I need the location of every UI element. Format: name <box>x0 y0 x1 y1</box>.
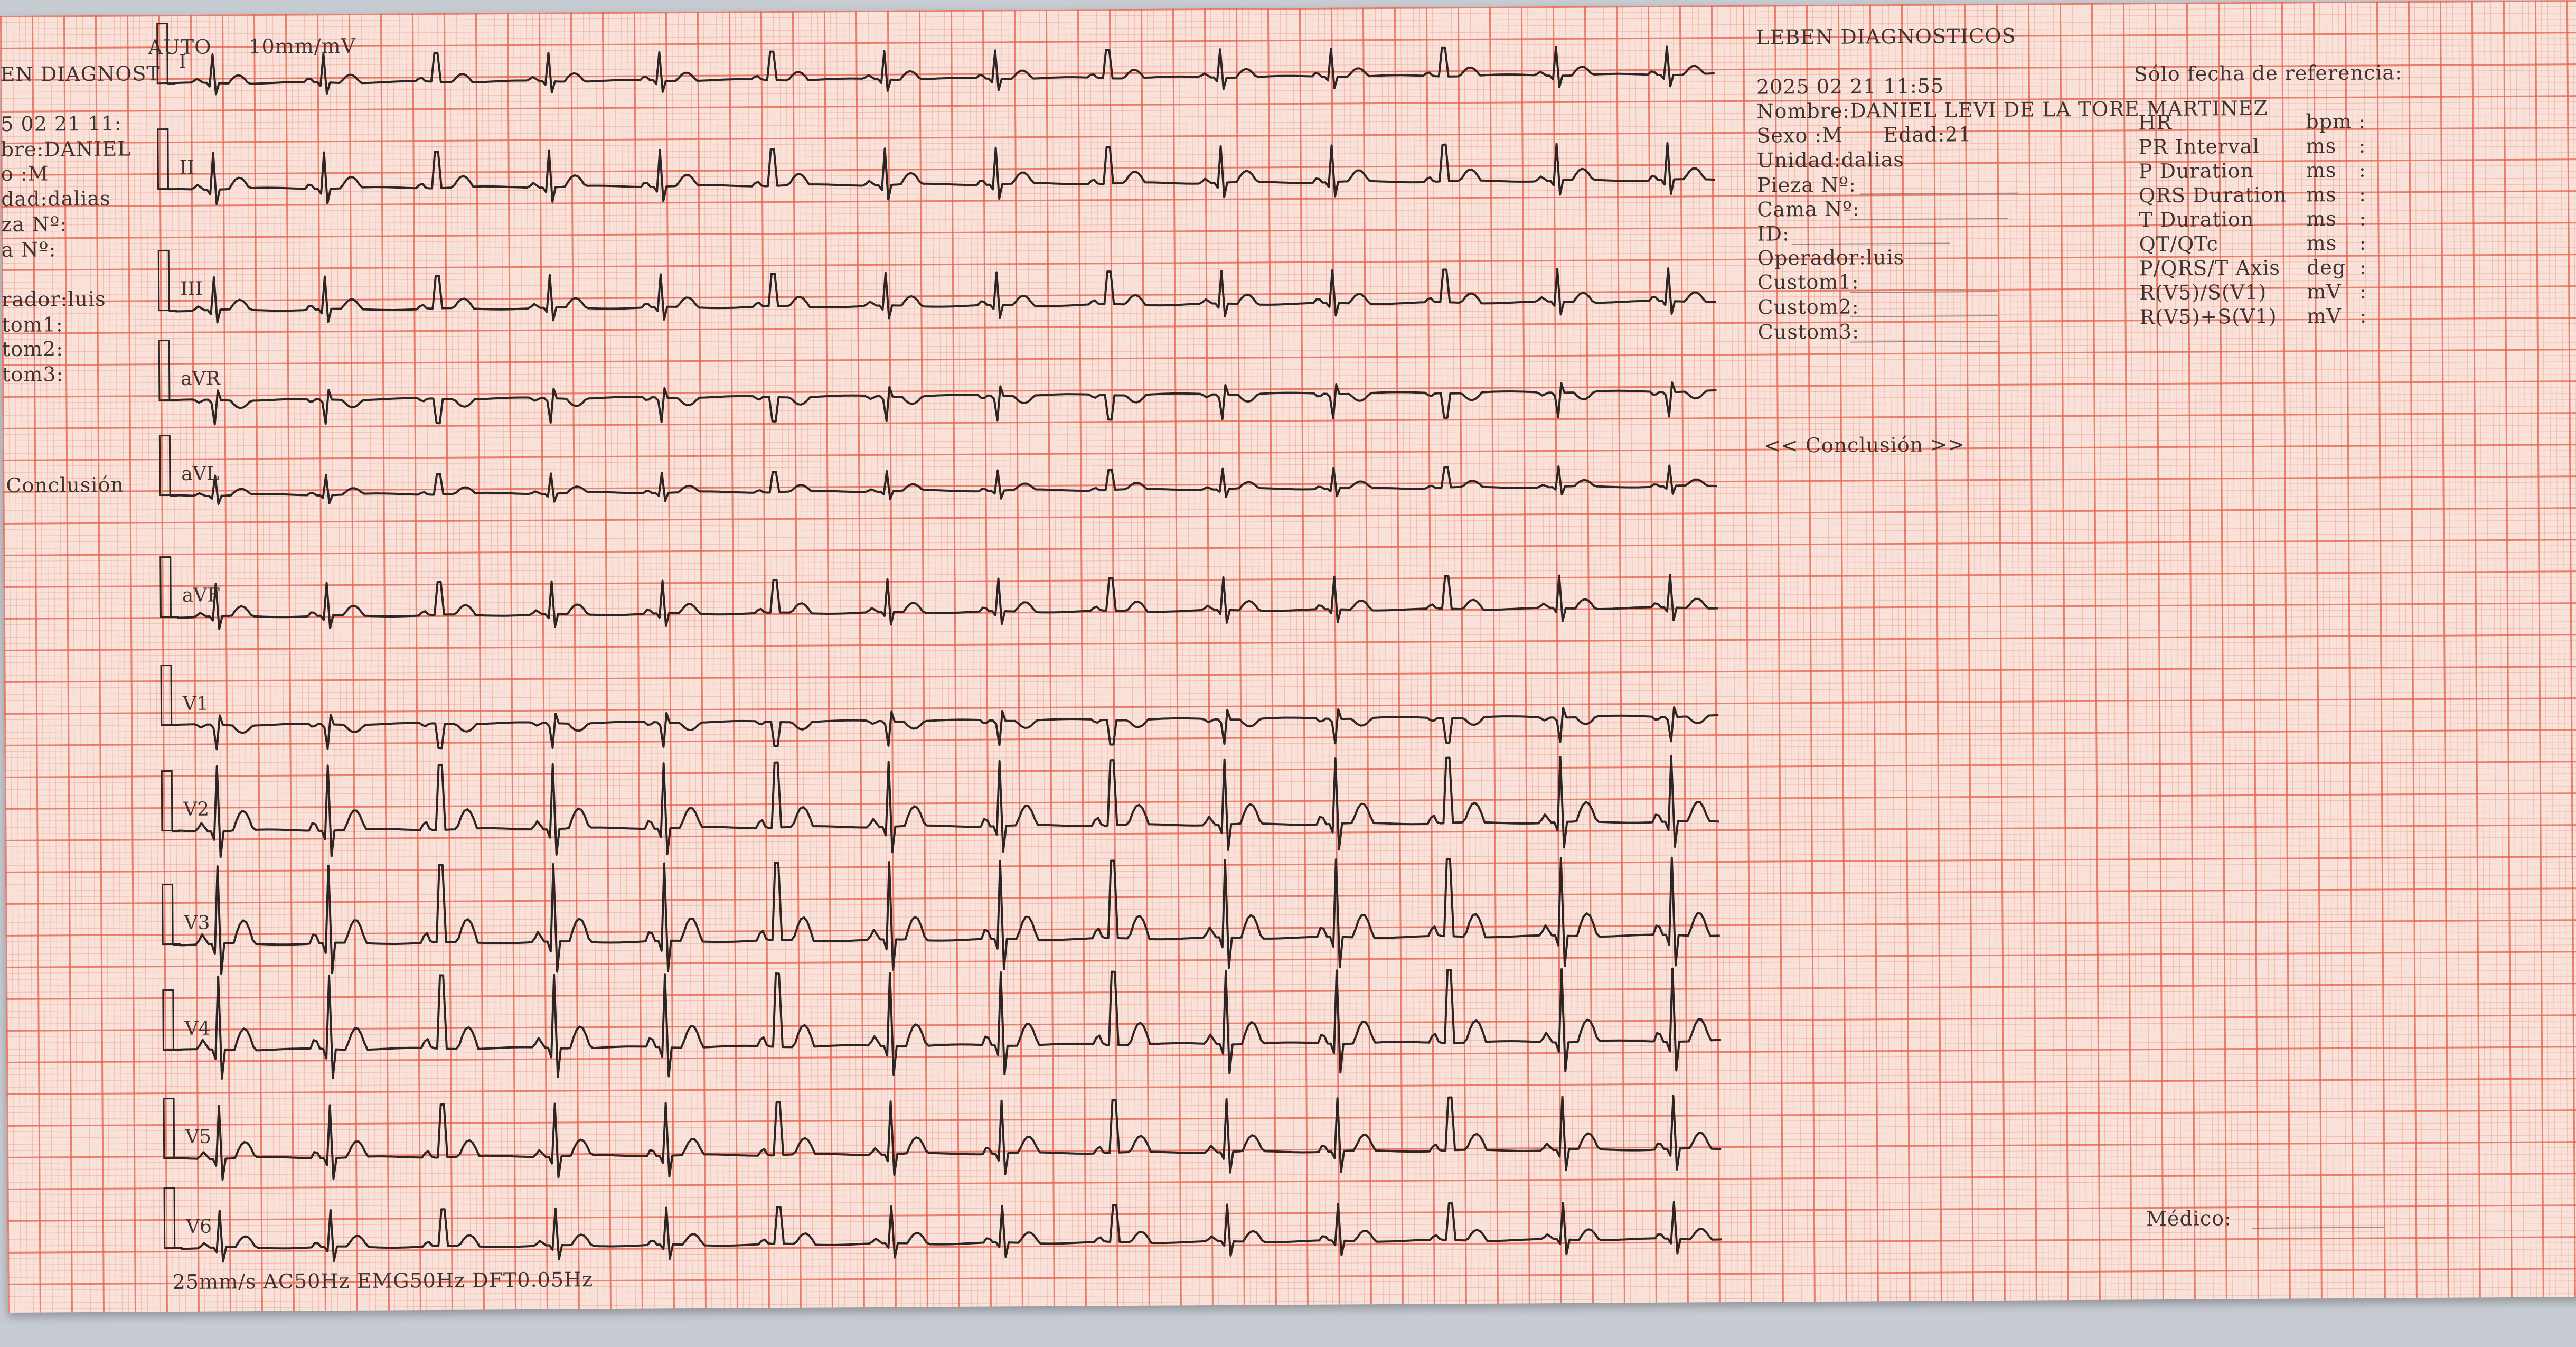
lead-label-V2: V2 <box>183 798 210 820</box>
left-unit-fragment: dad:dalias <box>1 186 111 211</box>
calibration-pulse <box>158 340 171 401</box>
ecg-paper: EN DIAGNOST 5 02 21 11: bre:DANIEL o :M … <box>0 0 2576 1313</box>
calibration-pulse <box>156 23 168 85</box>
left-name-fragment: bre:DANIEL <box>1 137 131 161</box>
measure-unit: bpm <box>2306 109 2353 134</box>
calibration-pulse <box>160 665 173 726</box>
left-operator-fragment: rador:luis <box>2 287 106 311</box>
ecg-trace-aVF <box>170 574 1718 630</box>
left-sex-fragment: o :M <box>1 162 49 185</box>
calibration-pulse <box>162 884 174 946</box>
measure-separator: : <box>2359 279 2367 303</box>
custom-field-1: Custom1: <box>1757 270 1859 294</box>
lead-label-III: III <box>180 278 203 300</box>
calibration-pulse <box>157 250 170 312</box>
ecg-trace-V3 <box>172 856 1720 975</box>
reference-date-label: Sólo fecha de referencia: <box>2133 61 2403 86</box>
calibration-pulse <box>163 1187 176 1249</box>
left-date-fragment: 5 02 21 11: <box>1 111 122 136</box>
measure-label: P/QRS/T Axis <box>2139 256 2281 280</box>
lead-label-V5: V5 <box>185 1126 212 1148</box>
left-custom2-fragment: tom2: <box>2 337 64 361</box>
ecg-trace-I <box>167 45 1715 96</box>
measure-separator: : <box>2359 255 2367 279</box>
lead-label-V4: V4 <box>184 1017 211 1040</box>
ecg-trace-V1 <box>171 706 1719 751</box>
ecg-trace-V2 <box>172 755 1719 858</box>
patient-sex: Sexo :M <box>1756 123 1844 147</box>
operator-name: Operador:luis <box>1757 245 1905 270</box>
lead-label-aVL: aVL <box>181 463 219 485</box>
measure-separator: : <box>2359 231 2367 255</box>
ecg-trace-V4 <box>173 967 1721 1080</box>
calibration-pulse <box>161 770 173 832</box>
left-room-fragment: za Nº: <box>1 212 68 236</box>
calibration-pulse <box>157 128 170 190</box>
left-custom3-fragment: tom3: <box>2 362 64 386</box>
measure-unit: ms <box>2306 231 2337 255</box>
conclusion-header: << Conclusión >> <box>1763 433 1966 457</box>
lead-label-aVR: aVR <box>181 368 220 390</box>
lead-label-V6: V6 <box>185 1215 212 1238</box>
lead-label-V1: V1 <box>182 693 209 715</box>
custom-field-3: Custom3: <box>1757 320 1860 344</box>
calibration-pulse <box>162 989 174 1051</box>
report-datetime: 2025 02 21 11:55 <box>1756 74 1944 99</box>
measure-unit: mV <box>2307 304 2342 328</box>
measure-separator: : <box>2358 109 2366 133</box>
measure-label: T Duration <box>2139 207 2254 232</box>
left-custom1-fragment: tom1: <box>2 313 63 336</box>
measure-separator: : <box>2359 304 2367 328</box>
measure-unit: mV <box>2307 279 2342 304</box>
measure-separator: : <box>2358 134 2366 157</box>
measure-label: QT/QTc <box>2139 232 2218 256</box>
filter-settings-footer: 25mm/s AC50Hz EMG50Hz DFT0.05Hz <box>172 1268 594 1294</box>
ecg-trace-aVR <box>169 381 1717 426</box>
ecg-trace-V5 <box>174 1095 1722 1181</box>
measure-unit: ms <box>2306 134 2337 158</box>
measure-unit: ms <box>2306 158 2337 182</box>
patient-age: Edad:21 <box>1883 123 1972 147</box>
measure-label: R(V5)/S(V1) <box>2139 280 2267 305</box>
patient-room: Pieza Nº: <box>1756 173 1857 197</box>
lead-label-II: II <box>179 156 195 179</box>
measure-unit: deg <box>2306 255 2346 279</box>
ecg-trace-V6 <box>174 1201 1722 1263</box>
gain-label: 10mm/mV <box>248 34 356 59</box>
measure-unit: ms <box>2306 182 2337 207</box>
measure-label: P Duration <box>2138 158 2254 183</box>
measure-unit: ms <box>2306 207 2337 231</box>
left-clinic-fragment: EN DIAGNOST <box>0 62 161 86</box>
measure-separator: : <box>2359 207 2367 230</box>
measure-label: QRS Duration <box>2139 183 2287 208</box>
clinic-name: LEBEN DIAGNOSTICOS <box>1756 24 2016 49</box>
measure-separator: : <box>2358 158 2366 182</box>
ecg-trace-II <box>167 142 1716 205</box>
measure-label: PR Interval <box>2138 134 2260 159</box>
calibration-pulse <box>158 435 171 497</box>
doctor-label: Médico: <box>2146 1206 2232 1231</box>
patient-unit: Unidad:dalias <box>1756 147 1905 172</box>
lead-label-V3: V3 <box>184 912 210 934</box>
patient-name: Nombre:DANIEL LEVI DE LA TORE MARTINEZ <box>1756 96 2268 123</box>
patient-bed: Cama Nº: <box>1757 197 1860 221</box>
ecg-trace-aVL <box>170 464 1717 505</box>
measure-label: R(V5)+S(V1) <box>2139 304 2277 329</box>
lead-label-aVF: aVF <box>182 584 221 606</box>
patient-id: ID: <box>1757 222 1790 246</box>
ecg-trace-III <box>168 267 1716 324</box>
left-bed-fragment: a Nº: <box>1 238 57 261</box>
left-conclusion-fragment: Conclusión <box>6 473 124 497</box>
measure-separator: : <box>2359 182 2367 206</box>
custom-field-2: Custom2: <box>1757 295 1859 319</box>
measure-label: HR <box>2138 110 2173 135</box>
calibration-pulse <box>159 556 172 618</box>
calibration-pulse <box>163 1098 175 1159</box>
lead-label-I: I <box>178 51 186 73</box>
